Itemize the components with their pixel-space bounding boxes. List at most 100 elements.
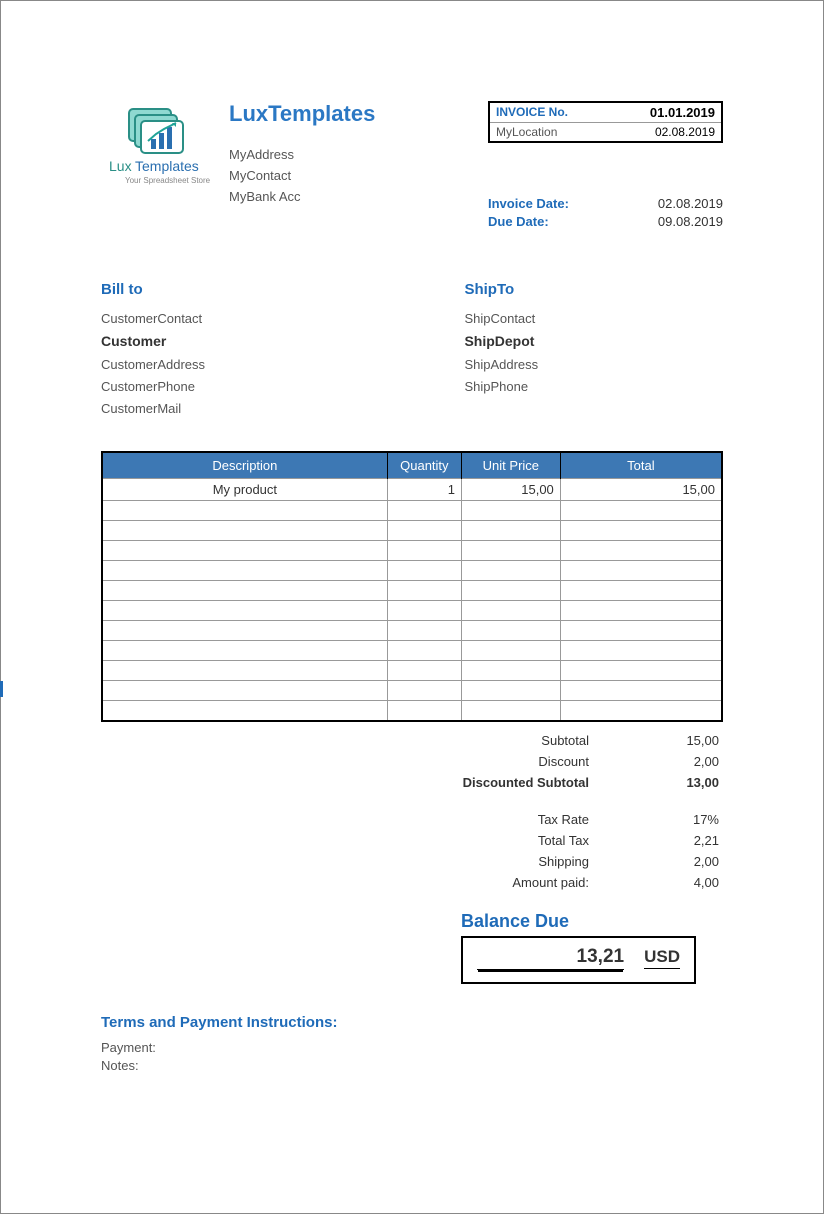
cell-total [560,680,721,700]
cell-unit_price [461,500,560,520]
tax-rate-value: 17% [639,812,719,827]
total-tax-value: 2,21 [639,833,719,848]
balance-due-amount: 13,21 [477,946,624,970]
cell-description: My product [103,478,387,500]
table-row [103,540,721,560]
cell-description [103,520,387,540]
cell-description [103,560,387,580]
table-row [103,520,721,540]
totals-section: Subtotal15,00 Discount2,00 Discounted Su… [101,730,723,893]
invoice-location-value: 02.08.2019 [655,125,715,139]
cell-total [560,660,721,680]
table-row [103,620,721,640]
page-edge-marker [0,681,3,697]
cell-quantity [387,560,461,580]
discount-label: Discount [407,754,639,769]
table-row [103,560,721,580]
cell-quantity [387,700,461,720]
cell-total [560,640,721,660]
cell-total: 15,00 [560,478,721,500]
dates-block: Invoice Date: 02.08.2019 Due Date: 09.08… [488,195,723,231]
table-row [103,640,721,660]
ship-to-contact: ShipContact [464,308,723,330]
bill-to-section: Bill to CustomerContact Customer Custome… [101,281,400,420]
ship-to-section: ShipTo ShipContact ShipDepot ShipAddress… [424,281,723,420]
cell-unit_price [461,600,560,620]
terms-payment: Payment: [101,1039,723,1057]
logo-text-2: Templates [135,158,199,174]
ship-to-heading: ShipTo [464,281,723,298]
tax-rate-label: Tax Rate [407,812,639,827]
cell-description [103,580,387,600]
bill-to-name: Customer [101,330,400,354]
ship-to-phone: ShipPhone [464,376,723,398]
company-contact: MyContact [229,166,375,187]
shipping-label: Shipping [407,854,639,869]
company-logo: Lux Templates Your Spreadsheet Store [101,101,211,191]
cell-description [103,660,387,680]
bill-to-heading: Bill to [101,281,400,298]
bill-to-phone: CustomerPhone [101,376,400,398]
cell-unit_price [461,620,560,640]
company-name: LuxTemplates [229,101,375,127]
subtotal-value: 15,00 [639,733,719,748]
header-left: Lux Templates Your Spreadsheet Store Lux… [101,101,375,207]
cell-description [103,680,387,700]
table-row [103,580,721,600]
company-block: LuxTemplates MyAddress MyContact MyBank … [229,101,375,207]
cell-quantity [387,680,461,700]
company-address: MyAddress [229,145,375,166]
cell-unit_price [461,640,560,660]
company-bank: MyBank Acc [229,187,375,208]
cell-description [103,500,387,520]
cell-description [103,620,387,640]
items-header-row: Description Quantity Unit Price Total [103,453,721,479]
terms-heading: Terms and Payment Instructions: [101,1014,723,1031]
bill-to-contact: CustomerContact [101,308,400,330]
cell-description [103,540,387,560]
invoice-date-label: Invoice Date: [488,195,569,213]
cell-total [560,600,721,620]
invoice-no-label: INVOICE No. [496,105,568,120]
due-date-value: 09.08.2019 [658,213,723,231]
invoice-page: Lux Templates Your Spreadsheet Store Lux… [0,0,824,1214]
terms-notes: Notes: [101,1057,723,1075]
items-table: Description Quantity Unit Price Total My… [103,453,721,721]
cell-quantity [387,660,461,680]
balance-due-heading: Balance Due [461,911,723,932]
cell-total [560,580,721,600]
cell-quantity [387,600,461,620]
amount-paid-label: Amount paid: [407,875,639,890]
table-row [103,680,721,700]
table-row: My product115,0015,00 [103,478,721,500]
col-unit-price: Unit Price [461,453,560,479]
cell-unit_price [461,660,560,680]
cell-total [560,500,721,520]
balance-due-box: 13,21 USD [461,936,696,984]
bill-to-mail: CustomerMail [101,398,400,420]
cell-quantity [387,540,461,560]
invoice-no-value: 01.01.2019 [650,105,715,120]
cell-quantity: 1 [387,478,461,500]
col-total: Total [560,453,721,479]
discounted-subtotal-value: 13,00 [639,775,719,790]
items-table-wrap: Description Quantity Unit Price Total My… [101,451,723,723]
ship-to-name: ShipDepot [464,330,723,354]
cell-unit_price: 15,00 [461,478,560,500]
table-row [103,700,721,720]
due-date-label: Due Date: [488,213,549,231]
invoice-number-box: INVOICE No. 01.01.2019 MyLocation 02.08.… [488,101,723,143]
cell-quantity [387,620,461,640]
col-quantity: Quantity [387,453,461,479]
cell-unit_price [461,520,560,540]
cell-description [103,640,387,660]
cell-total [560,560,721,580]
balance-due-currency: USD [644,947,680,969]
cell-unit_price [461,580,560,600]
header-right: INVOICE No. 01.01.2019 MyLocation 02.08.… [488,101,723,231]
cell-total [560,520,721,540]
ship-to-address: ShipAddress [464,354,723,376]
invoice-date-value: 02.08.2019 [658,195,723,213]
cell-description [103,700,387,720]
cell-quantity [387,520,461,540]
